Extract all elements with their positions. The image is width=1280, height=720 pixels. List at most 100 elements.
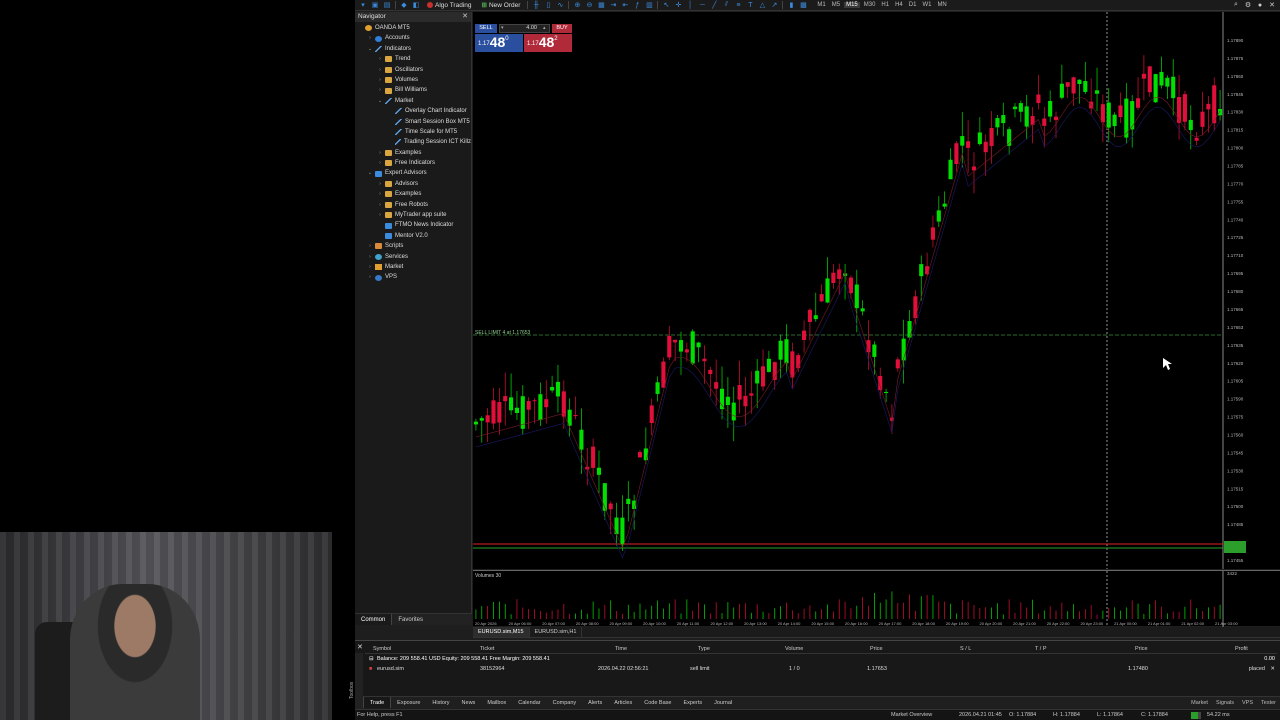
indicators-icon[interactable]: ƒ [633, 1, 641, 9]
collapsed-chevron-icon[interactable]: › [367, 33, 373, 43]
collapsed-chevron-icon[interactable]: › [377, 75, 383, 85]
buy-button[interactable]: BUY [552, 24, 572, 33]
collapsed-chevron-icon[interactable]: › [377, 54, 383, 64]
shapes-icon[interactable]: △ [758, 1, 766, 9]
toolbox-tab-news[interactable]: News [456, 697, 482, 708]
toolbox-tab-history[interactable]: History [426, 697, 455, 708]
navigator-item[interactable]: › Services [355, 252, 471, 262]
column-header[interactable]: Type [698, 644, 710, 654]
candlestick-icon[interactable]: ▯ [544, 1, 552, 9]
column-header[interactable]: Price [1135, 644, 1148, 654]
tester-link[interactable]: Tester [1261, 700, 1276, 706]
status-profile[interactable]: Market Overview [891, 710, 932, 720]
collapsed-chevron-icon[interactable]: › [377, 65, 383, 75]
settings-icon[interactable]: ⚙ [1244, 1, 1252, 9]
vertical-line-icon[interactable]: │ [686, 1, 694, 9]
period-separators-icon[interactable]: ▮ [787, 1, 795, 9]
navigator-close-icon[interactable]: ✕ [462, 12, 468, 22]
new-chart-icon[interactable]: ▣ [371, 1, 379, 9]
expanded-chevron-icon[interactable]: ⌄ [367, 168, 373, 178]
fibonacci-icon[interactable]: ≡ [734, 1, 742, 9]
bar-chart-icon[interactable]: ╫ [532, 1, 540, 9]
navigator-item[interactable]: FTMO News Indicator [355, 220, 471, 230]
column-header[interactable]: Price [870, 644, 883, 654]
toolbox-tab-articles[interactable]: Articles [608, 697, 638, 708]
navigator-item[interactable]: › MyTrader app suite [355, 210, 471, 220]
column-header[interactable]: T / P [1035, 644, 1047, 654]
toolbox-tab-exposure[interactable]: Exposure [391, 697, 426, 708]
chart-tab-eurusd-m15[interactable]: EURUSD.sim,M15 [473, 627, 530, 637]
autoscroll-icon[interactable]: ⇥ [609, 1, 617, 9]
collapsed-chevron-icon[interactable]: › [377, 210, 383, 220]
search-icon[interactable]: ⌕ [1232, 1, 1240, 9]
vps-link[interactable]: VPS [1242, 700, 1253, 706]
timeframe-m5[interactable]: M5 [830, 2, 842, 8]
lot-increase-icon[interactable]: ▴ [543, 24, 546, 33]
navigator-item[interactable]: Time Scale for MT5 [355, 127, 471, 137]
navigator-item[interactable]: ⌄ Market [355, 96, 471, 106]
collapsed-chevron-icon[interactable]: › [377, 148, 383, 158]
navigator-item[interactable]: › Oscillators [355, 65, 471, 75]
timeframe-d1[interactable]: D1 [907, 2, 919, 8]
equidistant-channel-icon[interactable]: ⫽ [722, 1, 730, 9]
navigator-item[interactable]: Mentor V2.0 [355, 231, 471, 241]
navigator-tab-favorites[interactable]: Favorites [392, 614, 429, 625]
timeframe-m30[interactable]: M30 [862, 2, 878, 8]
column-header[interactable]: Symbol [373, 644, 391, 654]
navigator-item[interactable]: OANDA MT5 [355, 23, 471, 33]
navigator-item[interactable]: › Examples [355, 148, 471, 158]
column-header[interactable]: S / L [960, 644, 971, 654]
navigator-item[interactable]: › Scripts [355, 241, 471, 251]
column-header[interactable]: Ticket [480, 644, 494, 654]
trendline-icon[interactable]: ╱ [710, 1, 718, 9]
cursor-icon[interactable]: ↖ [662, 1, 670, 9]
navigator-item[interactable]: › Accounts [355, 33, 471, 43]
history-icon[interactable]: ◧ [412, 1, 420, 9]
navigator-item[interactable]: ⌄ Expert Advisors [355, 168, 471, 178]
buy-price-box[interactable]: 1.17482 [524, 34, 572, 52]
lot-decrease-icon[interactable]: ▾ [501, 24, 504, 33]
new-order-button[interactable]: ⊞ New Order [479, 1, 524, 10]
navigator-item[interactable]: › Bill Williams [355, 85, 471, 95]
grid-icon[interactable]: ▩ [799, 1, 807, 9]
navigator-item[interactable]: Smart Session Box MT5 [355, 117, 471, 127]
chart-shift-icon[interactable]: ⇤ [621, 1, 629, 9]
text-icon[interactable]: T [746, 1, 754, 9]
navigator-item[interactable]: › Advisors [355, 179, 471, 189]
timeframe-mn[interactable]: MN [935, 2, 948, 8]
tile-windows-icon[interactable]: ▦ [597, 1, 605, 9]
balance-expand-icon[interactable]: ⊟ [369, 654, 374, 664]
line-chart-icon[interactable]: ∿ [556, 1, 564, 9]
account-icon[interactable]: ● [1256, 1, 1264, 9]
collapsed-chevron-icon[interactable]: › [367, 262, 373, 272]
navigator-tab-common[interactable]: Common [355, 614, 393, 625]
toolbox-tab-mailbox[interactable]: Mailbox [481, 697, 512, 708]
timeframe-m1[interactable]: M1 [815, 2, 827, 8]
column-header[interactable]: Volume [785, 644, 803, 654]
navigator-item[interactable]: › Free Indicators [355, 158, 471, 168]
toolbox-tab-journal[interactable]: Journal [708, 697, 738, 708]
navigator-item[interactable]: › Market [355, 262, 471, 272]
ide-icon[interactable]: ◆ [400, 1, 408, 9]
toolbox-tab-code-base[interactable]: Code Base [638, 697, 677, 708]
navigator-item[interactable]: Overlay Chart Indicator [355, 106, 471, 116]
toolbox-tab-trade[interactable]: Trade [363, 697, 392, 708]
crosshair-icon[interactable]: ✛ [674, 1, 682, 9]
column-header[interactable]: Time [615, 644, 627, 654]
navigator-item[interactable]: › VPS [355, 272, 471, 282]
navigator-item[interactable]: Trading Session ICT Killz [355, 137, 471, 147]
algo-trading-button[interactable]: Algo Trading [424, 2, 475, 9]
sell-limit-order-label[interactable]: SELL LIMIT 4 at 1.17653 [475, 330, 530, 336]
timeframe-h1[interactable]: H1 [879, 2, 891, 8]
timeframe-h4[interactable]: H4 [893, 2, 905, 8]
window-close-icon[interactable]: ✕ [1268, 1, 1276, 9]
toolbox-close-icon[interactable]: ✕ [357, 643, 363, 651]
navigator-item[interactable]: ⌄ Indicators [355, 44, 471, 54]
volumes-subwindow[interactable]: 3422 20 Apr 2026 20 Apr 06:00 20 Apr 07:00 2… [473, 570, 1280, 627]
navigator-item[interactable]: › Examples [355, 189, 471, 199]
navigator-item[interactable]: › Free Robots [355, 200, 471, 210]
collapsed-chevron-icon[interactable]: › [367, 272, 373, 282]
collapsed-chevron-icon[interactable]: › [377, 158, 383, 168]
expanded-chevron-icon[interactable]: ⌄ [367, 44, 373, 54]
order-row[interactable]: ■ eurusd.sim 38152964 2026.04.22 02:56:2… [365, 664, 1277, 674]
